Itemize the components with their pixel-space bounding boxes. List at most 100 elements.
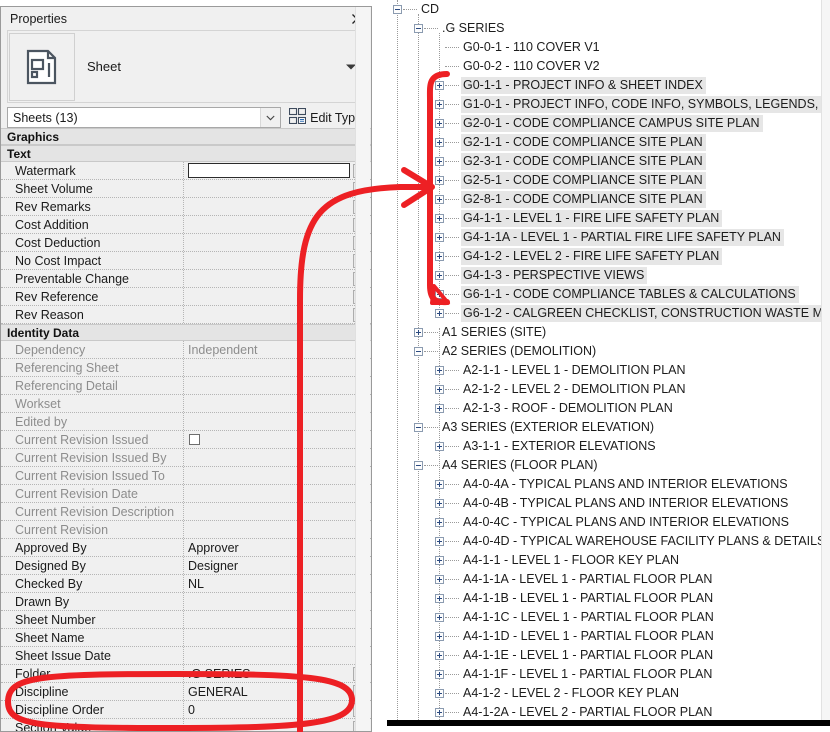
expand-plus-icon[interactable]	[435, 518, 444, 527]
expand-plus-icon[interactable]	[435, 613, 444, 622]
property-value[interactable]	[183, 198, 352, 215]
expand-plus-icon[interactable]	[435, 575, 444, 584]
property-row[interactable]: Edited by	[1, 413, 371, 431]
property-row[interactable]: Cost Deduction	[1, 234, 371, 252]
properties-scrollbar[interactable]	[355, 7, 370, 731]
tree-node[interactable]: G0-1-1 - PROJECT INFO & SHEET INDEX	[387, 76, 830, 95]
tree-node[interactable]: G4-1-3 - PERSPECTIVE VIEWS	[387, 266, 830, 285]
tree-node[interactable]: A2 SERIES (DEMOLITION)	[387, 342, 830, 361]
expand-plus-icon[interactable]	[435, 689, 444, 698]
property-row[interactable]: Watermark	[1, 162, 371, 180]
property-value[interactable]	[183, 431, 352, 448]
tree-node[interactable]: G6-1-2 - CALGREEN CHECKLIST, CONSTRUCTIO…	[387, 304, 830, 323]
property-checkbox[interactable]	[189, 434, 200, 445]
tree-node[interactable]: G4-1-1A - LEVEL 1 - PARTIAL FIRE LIFE SA…	[387, 228, 830, 247]
tree-node[interactable]: A4-1-1A - LEVEL 1 - PARTIAL FLOOR PLAN	[387, 570, 830, 589]
property-value[interactable]	[183, 719, 352, 731]
tree-node[interactable]: G0-0-1 - 110 COVER V1	[387, 38, 830, 57]
expand-plus-icon[interactable]	[435, 214, 444, 223]
property-value[interactable]	[183, 234, 352, 251]
property-value[interactable]: GENERAL	[183, 683, 352, 700]
tree-node[interactable]: A4-0-4B - TYPICAL PLANS AND INTERIOR ELE…	[387, 494, 830, 513]
property-row[interactable]: Rev Reason	[1, 306, 371, 324]
property-row[interactable]: Designed By Designer	[1, 557, 371, 575]
expand-plus-icon[interactable]	[435, 594, 444, 603]
property-row[interactable]: Rev Reference	[1, 288, 371, 306]
expand-plus-icon[interactable]	[435, 290, 444, 299]
property-row[interactable]: Current Revision Issued	[1, 431, 371, 449]
tree-node[interactable]: A3 SERIES (EXTERIOR ELEVATION)	[387, 418, 830, 437]
property-value[interactable]	[183, 485, 352, 502]
expand-plus-icon[interactable]	[435, 632, 444, 641]
tree-node[interactable]: A4-0-4D - TYPICAL WAREHOUSE FACILITY PLA…	[387, 532, 830, 551]
type-preview-box[interactable]: Sheet	[7, 30, 365, 103]
section-header-text[interactable]: Text«	[1, 145, 371, 162]
property-value[interactable]: Approver	[183, 539, 352, 556]
property-row[interactable]: Preventable Change	[1, 270, 371, 288]
property-row[interactable]: Referencing Detail	[1, 377, 371, 395]
collapse-minus-icon[interactable]	[414, 423, 423, 432]
property-value[interactable]	[183, 359, 352, 376]
tree-node[interactable]: G2-8-1 - CODE COMPLIANCE SITE PLAN	[387, 190, 830, 209]
collapse-minus-icon[interactable]	[414, 347, 423, 356]
property-row[interactable]: Sheet Name	[1, 629, 371, 647]
expand-plus-icon[interactable]	[435, 81, 444, 90]
section-header-identity-data[interactable]: Identity Data«	[1, 324, 371, 341]
property-row[interactable]: Current Revision Description	[1, 503, 371, 521]
expand-plus-icon[interactable]	[435, 271, 444, 280]
expand-plus-icon[interactable]	[414, 328, 423, 337]
tree-node[interactable]: G2-0-1 - CODE COMPLIANCE CAMPUS SITE PLA…	[387, 114, 830, 133]
expand-plus-icon[interactable]	[435, 708, 444, 717]
property-value[interactable]	[183, 270, 352, 287]
property-value[interactable]	[183, 503, 352, 520]
expand-plus-icon[interactable]	[435, 176, 444, 185]
property-value[interactable]	[183, 449, 352, 466]
property-row[interactable]: Workset	[1, 395, 371, 413]
tree-node[interactable]: A1 SERIES (SITE)	[387, 323, 830, 342]
tree-node[interactable]: G1-0-1 - PROJECT INFO, CODE INFO, SYMBOL…	[387, 95, 830, 114]
section-header-graphics[interactable]: Graphics»	[1, 128, 371, 145]
property-value[interactable]: Designer	[183, 557, 352, 574]
property-value[interactable]	[183, 467, 352, 484]
tree-node[interactable]: G4-1-2 - LEVEL 2 - FIRE LIFE SAFETY PLAN	[387, 247, 830, 266]
property-row[interactable]: Rev Remarks	[1, 198, 371, 216]
expand-plus-icon[interactable]	[435, 556, 444, 565]
property-value[interactable]	[183, 521, 352, 538]
property-value[interactable]: NL	[183, 575, 352, 592]
expand-plus-icon[interactable]	[435, 537, 444, 546]
property-row[interactable]: Current Revision Date	[1, 485, 371, 503]
expand-plus-icon[interactable]	[435, 138, 444, 147]
expand-plus-icon[interactable]	[435, 651, 444, 660]
property-row[interactable]: Current Revision Issued To	[1, 467, 371, 485]
property-value[interactable]	[183, 629, 352, 646]
property-value[interactable]	[183, 306, 352, 323]
tree-node[interactable]: A4-0-4C - TYPICAL PLANS AND INTERIOR ELE…	[387, 513, 830, 532]
expand-plus-icon[interactable]	[435, 195, 444, 204]
tree-node[interactable]: A4-0-4A - TYPICAL PLANS AND INTERIOR ELE…	[387, 475, 830, 494]
tree-node[interactable]: A4-1-1C - LEVEL 1 - PARTIAL FLOOR PLAN	[387, 608, 830, 627]
property-row[interactable]: Section Value	[1, 719, 371, 731]
property-row[interactable]: Discipline GENERAL	[1, 683, 371, 701]
property-row[interactable]: Checked By NL	[1, 575, 371, 593]
property-value[interactable]: 0	[183, 701, 352, 718]
expand-plus-icon[interactable]	[435, 499, 444, 508]
property-row[interactable]: Sheet Issue Date	[1, 647, 371, 665]
property-row[interactable]: Dependency Independent	[1, 341, 371, 359]
property-value[interactable]	[183, 252, 352, 269]
property-value[interactable]	[183, 180, 352, 197]
expand-plus-icon[interactable]	[435, 480, 444, 489]
expand-plus-icon[interactable]	[435, 119, 444, 128]
property-text-input[interactable]	[188, 163, 350, 178]
tree-node[interactable]: A4-1-1 - LEVEL 1 - FLOOR KEY PLAN	[387, 551, 830, 570]
expand-plus-icon[interactable]	[435, 404, 444, 413]
property-row[interactable]: Current Revision Issued By	[1, 449, 371, 467]
property-value[interactable]	[183, 611, 352, 628]
property-value[interactable]	[183, 413, 352, 430]
property-row[interactable]: Folder .G SERIES	[1, 665, 371, 683]
collapse-minus-icon[interactable]	[414, 24, 423, 33]
property-row[interactable]: Sheet Number	[1, 611, 371, 629]
property-row[interactable]: Sheet Volume	[1, 180, 371, 198]
expand-plus-icon[interactable]	[435, 442, 444, 451]
tree-node[interactable]: A4-1-1F - LEVEL 1 - PARTIAL FLOOR PLAN	[387, 665, 830, 684]
tree-node[interactable]: G4-1-1 - LEVEL 1 - FIRE LIFE SAFETY PLAN	[387, 209, 830, 228]
